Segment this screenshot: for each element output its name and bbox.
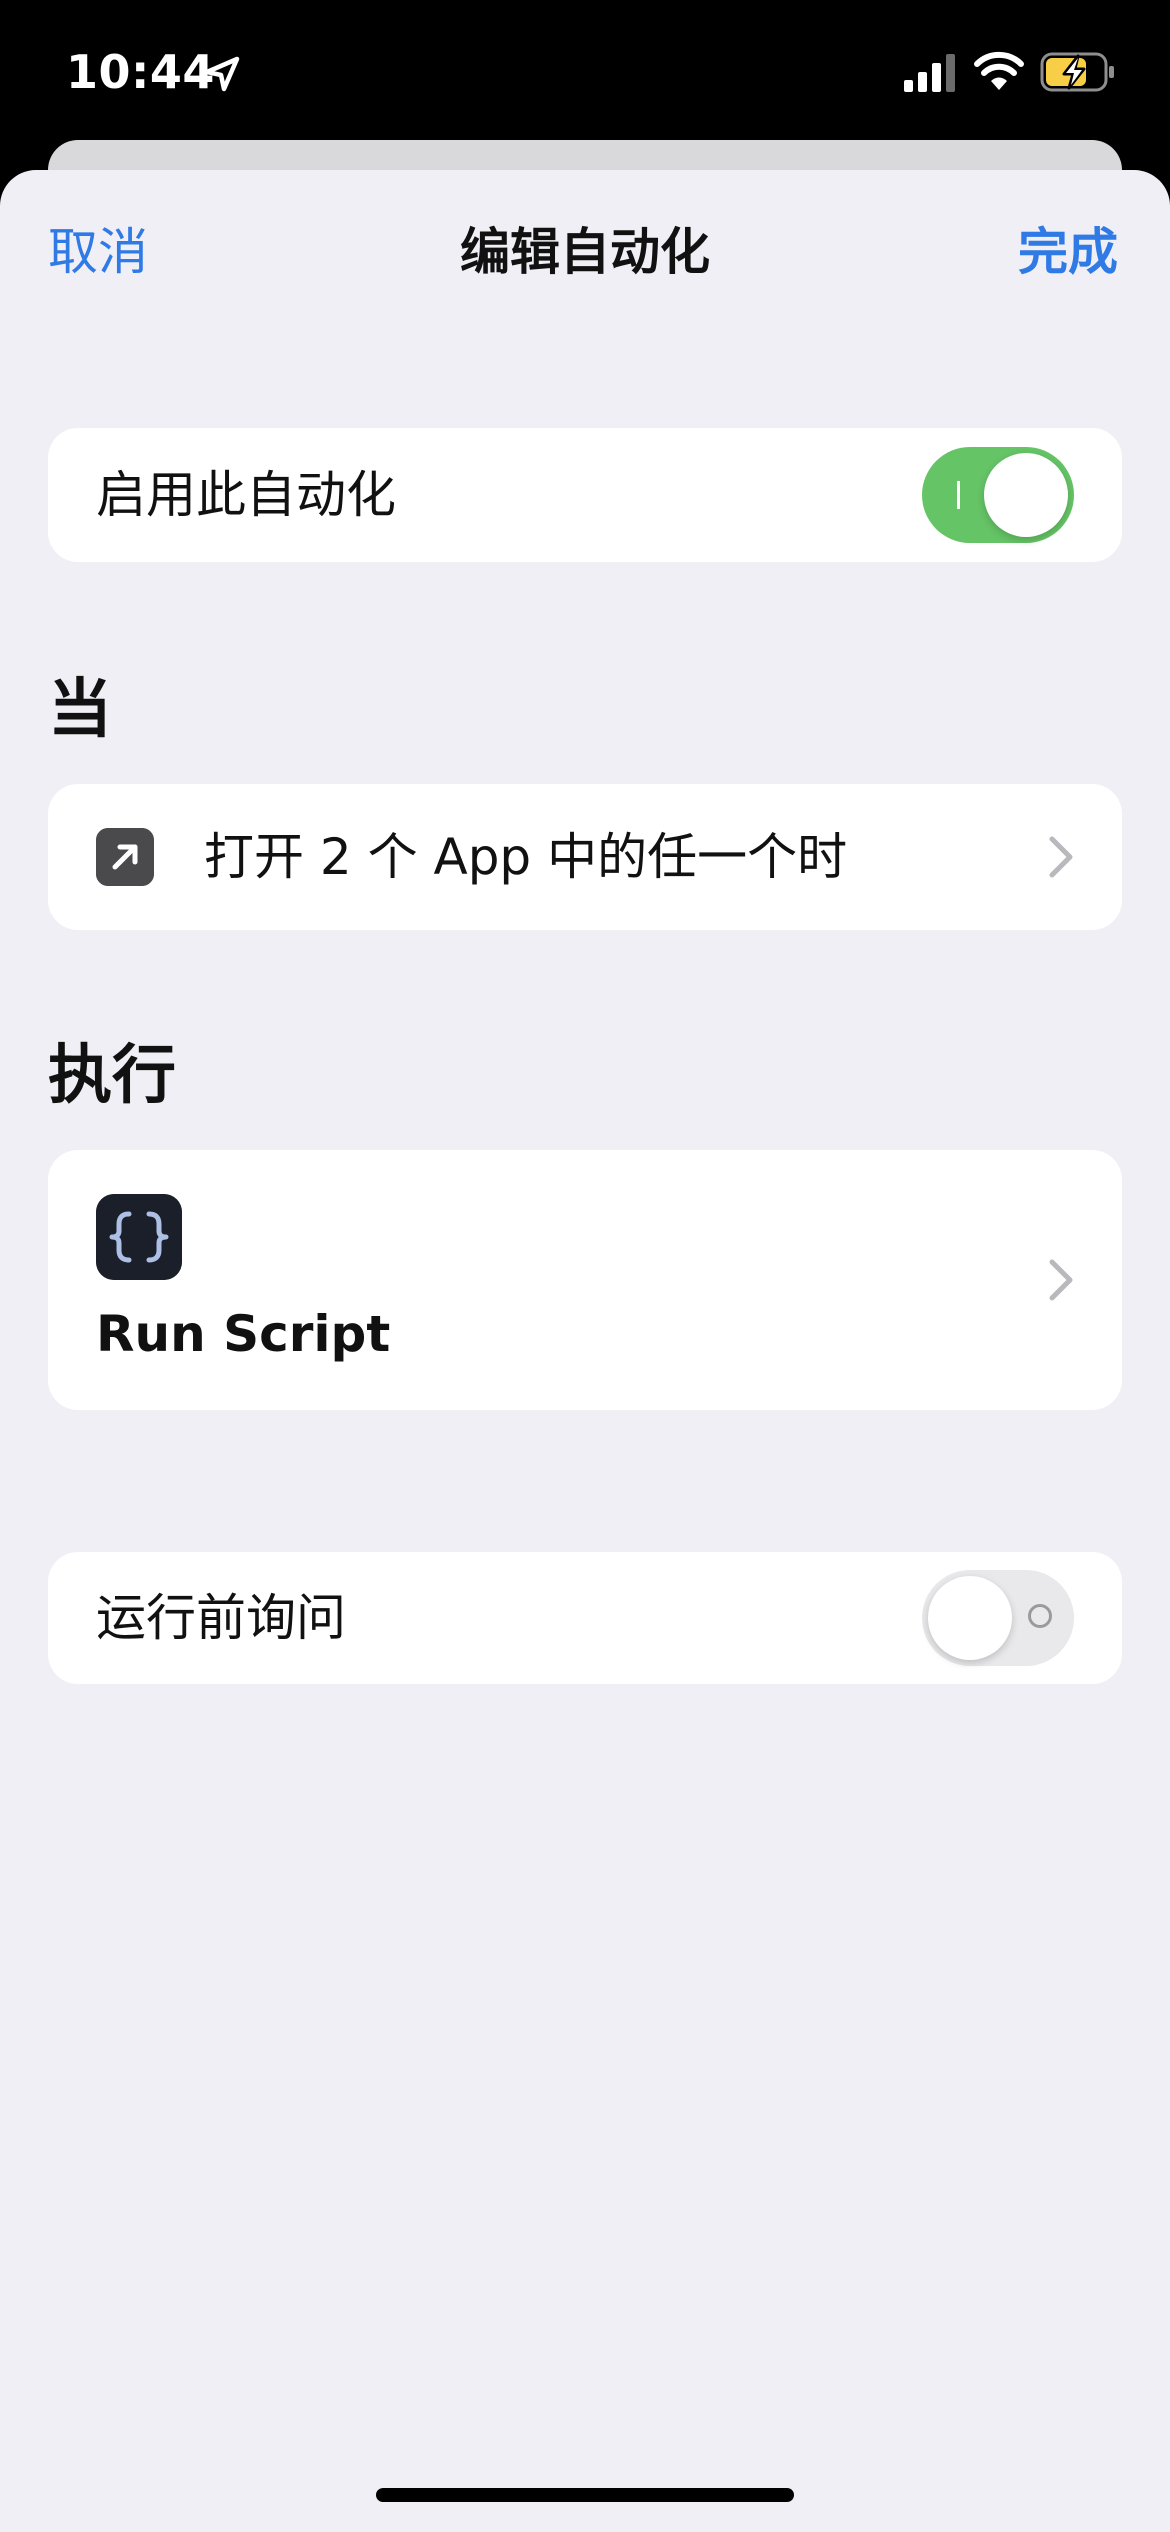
home-indicator[interactable]: [376, 2488, 794, 2502]
toggle-knob: [984, 453, 1068, 537]
toggle-on-mark-icon: [957, 481, 960, 509]
trigger-row[interactable]: 打开 2 个 App 中的任一个时: [48, 784, 1122, 930]
status-time: 10:44: [66, 45, 215, 99]
toggle-knob: [928, 1576, 1012, 1660]
ask-before-running-toggle[interactable]: [922, 1570, 1074, 1666]
cellular-signal-icon: [904, 54, 955, 92]
ask-before-running-row: 运行前询问: [48, 1552, 1122, 1684]
location-arrow-icon: [204, 56, 240, 92]
status-bar: 10:44: [0, 0, 1170, 150]
when-section-header: 当: [48, 673, 112, 747]
chevron-right-icon: [1049, 836, 1073, 878]
trigger-label: 打开 2 个 App 中的任一个时: [204, 828, 848, 886]
run-script-action-row[interactable]: Run Script: [48, 1150, 1122, 1410]
done-button[interactable]: 完成: [1018, 222, 1118, 282]
run-script-label: Run Script: [96, 1305, 391, 1363]
chevron-right-icon: [1049, 1259, 1073, 1301]
enable-automation-row: 启用此自动化: [48, 428, 1122, 562]
enable-automation-label: 启用此自动化: [96, 466, 396, 524]
enable-automation-toggle[interactable]: [922, 447, 1074, 543]
toggle-off-mark-icon: [1028, 1604, 1052, 1628]
ask-before-running-label: 运行前询问: [96, 1589, 346, 1647]
battery-charging-icon: [1040, 52, 1114, 92]
page-title: 编辑自动化: [460, 223, 710, 281]
wifi-icon: [974, 51, 1024, 90]
do-section-header: 执行: [48, 1039, 176, 1113]
curly-braces-icon: [96, 1194, 182, 1280]
arrow-up-right-icon: [96, 828, 154, 886]
